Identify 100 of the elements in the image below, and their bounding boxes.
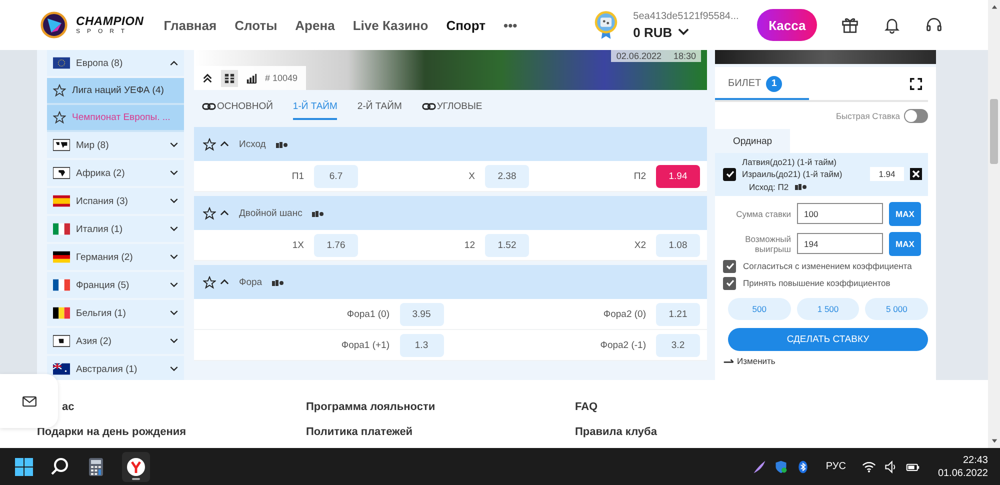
more-link[interactable]: •••	[504, 18, 518, 32]
sidebar-item[interactable]: Австралия (1)	[47, 356, 184, 380]
option-checkbox[interactable]	[723, 276, 736, 290]
sidebar-item[interactable]: Азия (2)	[47, 328, 184, 356]
odds-button[interactable]: 6.7	[314, 164, 358, 188]
avatar-icon[interactable]	[593, 10, 620, 40]
chevron-icon	[170, 226, 178, 232]
star-icon[interactable]	[53, 84, 66, 97]
nav-link[interactable]: Спорт	[446, 18, 486, 32]
expand-icon[interactable]	[910, 78, 922, 90]
sidebar-item[interactable]: Испания (3)	[47, 188, 184, 216]
sidebar-item[interactable]: Европа (8)	[47, 50, 184, 78]
market-header[interactable]: Двойной шанс	[194, 196, 707, 230]
calculator-icon[interactable]	[86, 456, 106, 476]
stake-label: Сумма ставки	[735, 208, 791, 220]
odds-button[interactable]: 3.2	[656, 334, 700, 356]
clock-date[interactable]: 01.06.2022	[938, 466, 988, 480]
odds-button[interactable]: 1.3	[400, 334, 444, 356]
chevron-up-icon[interactable]	[220, 210, 229, 216]
league-item[interactable]: Лига наций УЕФА (4)	[47, 78, 184, 105]
chevron-icon	[170, 366, 178, 372]
footer-link[interactable]: Подарки на день рождения	[37, 425, 186, 440]
option-label: Согласиться с изменением коэффициента	[743, 261, 912, 272]
selection-checkbox[interactable]	[723, 168, 736, 181]
ticket-tab[interactable]: БИЛЕТ 1	[715, 69, 809, 100]
bell-icon[interactable]	[883, 16, 902, 34]
odds-button[interactable]: 3.95	[400, 302, 444, 326]
nav-link[interactable]: Главная	[164, 18, 217, 32]
search-icon[interactable]	[50, 456, 70, 476]
odds-button[interactable]: 1.94	[656, 164, 700, 188]
nav-link[interactable]: Слоты	[234, 18, 278, 32]
change-link[interactable]: Изменить	[737, 356, 776, 366]
footer-link[interactable]: FAQ	[575, 400, 598, 415]
market-header[interactable]: Фора	[194, 265, 707, 299]
nav-link[interactable]: Live Казино	[352, 18, 428, 32]
sidebar-item[interactable]: Мир (8)	[47, 132, 184, 160]
market-tab[interactable]: ОСНОВНОЙ	[202, 94, 273, 120]
odds-button[interactable]: 1.21	[656, 302, 700, 326]
quick-bet-toggle[interactable]	[904, 108, 928, 122]
chevron-icon	[170, 310, 178, 316]
odds-button[interactable]: 1.76	[314, 234, 358, 256]
feather-icon[interactable]	[752, 460, 766, 474]
star-icon[interactable]	[203, 206, 216, 220]
chevron-up-icon[interactable]	[220, 279, 229, 285]
scrollbar-thumb[interactable]	[990, 99, 998, 164]
shield-icon[interactable]	[774, 460, 788, 474]
envelope-icon	[22, 396, 36, 406]
stake-input[interactable]: 100	[797, 203, 883, 224]
language-indicator[interactable]: РУС	[826, 461, 846, 472]
gift-icon[interactable]	[841, 16, 860, 34]
browser-taskbar-button[interactable]	[122, 452, 150, 482]
headset-icon[interactable]	[925, 16, 944, 34]
scoreboard-icon[interactable]	[221, 70, 238, 86]
star-icon[interactable]	[53, 111, 66, 124]
nav-link[interactable]: Арена	[295, 18, 335, 32]
chevron-down-icon[interactable]	[678, 28, 690, 36]
clock-time[interactable]: 22:43	[962, 454, 988, 466]
sidebar-item[interactable]: Африка (2)	[47, 160, 184, 188]
close-icon[interactable]	[910, 168, 922, 180]
volume-icon[interactable]	[884, 460, 898, 474]
mail-button[interactable]	[0, 374, 58, 428]
footer-link[interactable]: Программа лояльности	[306, 400, 436, 415]
footer-link[interactable]: Политика платежей	[306, 425, 413, 440]
place-bet-button[interactable]: СДЕЛАТЬ СТАВКУ	[728, 328, 928, 351]
star-icon[interactable]	[203, 138, 216, 150]
win-label: Возможный выигрыш	[744, 234, 791, 254]
market-tab[interactable]: 2-Й ТАЙМ	[357, 94, 402, 120]
windows-start-icon[interactable]	[14, 456, 34, 476]
option-checkbox[interactable]	[723, 260, 736, 273]
outcome-label: X2	[634, 240, 646, 250]
star-icon[interactable]	[203, 276, 216, 288]
max-button[interactable]: MAX	[889, 202, 921, 226]
sidebar-item[interactable]: Италия (1)	[47, 216, 184, 244]
max-button[interactable]: MAX	[889, 232, 921, 256]
flag-icon	[53, 363, 70, 375]
stats-icon[interactable]	[246, 72, 257, 84]
scrollbar[interactable]	[988, 0, 1000, 448]
cashier-button[interactable]: Касса	[757, 9, 818, 41]
sidebar-item[interactable]: Франция (5)	[47, 272, 184, 300]
footer-link[interactable]: ас	[62, 400, 74, 415]
collapse-icon[interactable]	[202, 72, 213, 84]
odds-button[interactable]: 1.08	[656, 234, 700, 256]
flag-icon	[53, 139, 70, 151]
odds-button[interactable]: 2.38	[485, 164, 529, 188]
flag-icon	[53, 307, 70, 319]
chevron-up-icon[interactable]	[220, 141, 229, 147]
outcome-label: П1	[292, 170, 304, 182]
sidebar-item[interactable]: Германия (2)	[47, 244, 184, 272]
market-tab[interactable]: УГЛОВЫЕ	[422, 94, 482, 120]
market-header[interactable]: Исход	[194, 127, 707, 161]
sidebar-item[interactable]: Бельгия (1)	[47, 300, 184, 328]
single-bet-tab[interactable]: Ординар	[715, 129, 790, 153]
odds-button[interactable]: 1.52	[485, 234, 529, 256]
bluetooth-icon[interactable]	[796, 460, 810, 474]
scroll-up-icon[interactable]	[990, 4, 998, 10]
wifi-icon[interactable]	[862, 460, 876, 474]
scroll-down-icon[interactable]	[990, 438, 998, 444]
win-input[interactable]: 194	[797, 233, 883, 254]
market-title: Исход	[239, 138, 266, 150]
footer-link[interactable]: Правила клуба	[575, 425, 657, 440]
